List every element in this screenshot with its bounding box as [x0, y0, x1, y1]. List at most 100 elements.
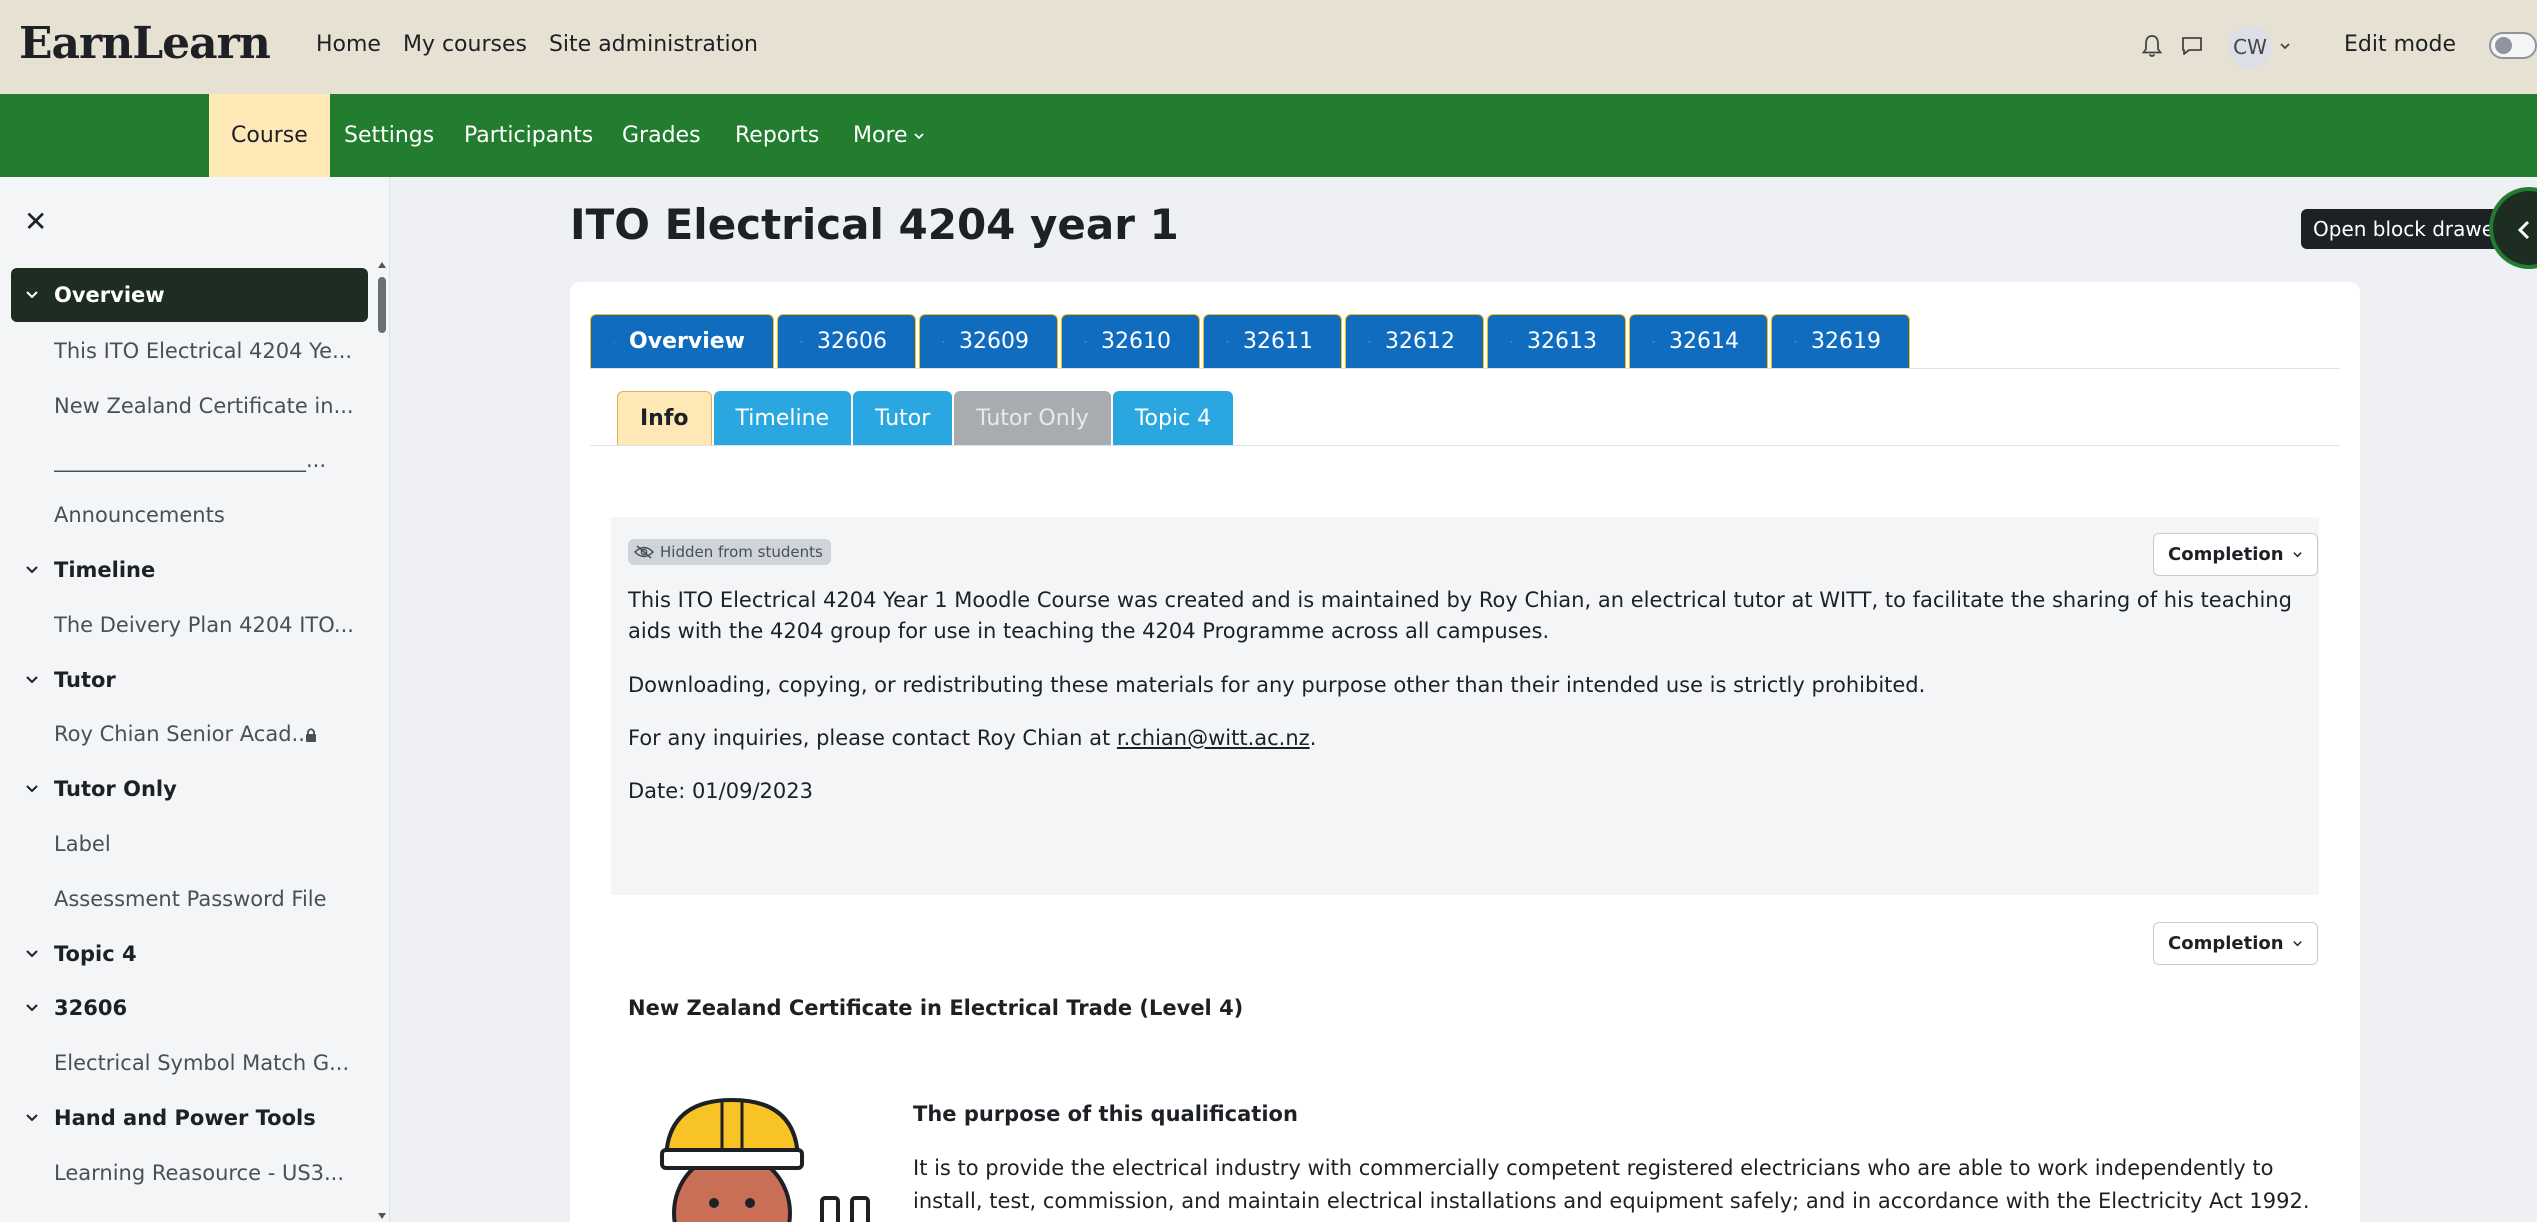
purpose-heading: The purpose of this qualification — [913, 1102, 1298, 1126]
edit-mode-toggle[interactable] — [2489, 32, 2537, 59]
course-index-section[interactable]: Timeline — [0, 545, 375, 595]
chevron-down-icon — [1652, 340, 1655, 343]
chevron-down-icon[interactable] — [25, 288, 39, 302]
chevron-down-icon[interactable] — [25, 782, 39, 796]
course-index-label: Roy Chian Senior Acad... — [54, 722, 312, 746]
chevron-down-icon — [2292, 552, 2302, 558]
tab-grades[interactable]: Grades — [600, 94, 723, 177]
section-tab[interactable]: 32614 — [1629, 314, 1768, 368]
user-controls: CW Edit mode — [2087, 0, 2537, 94]
section-tab-label: 32611 — [1243, 329, 1313, 354]
completion-dropdown[interactable]: Completion — [2153, 922, 2318, 965]
tab-reports[interactable]: Reports — [713, 94, 841, 177]
chevron-down-icon — [1510, 340, 1513, 343]
course-index-activity[interactable]: Label — [0, 819, 375, 869]
course-index-section[interactable]: 32606 — [0, 983, 375, 1033]
scroll-up-arrow[interactable] — [378, 262, 386, 268]
chevron-down-icon[interactable] — [25, 563, 39, 577]
notification-bell-icon[interactable] — [2140, 33, 2164, 59]
page-title: ITO Electrical 4204 year 1 — [570, 200, 1179, 249]
sub-tab[interactable]: Tutor Only — [954, 391, 1111, 445]
sub-tab[interactable]: Tutor — [853, 391, 953, 445]
completion-label: Completion — [2168, 544, 2284, 565]
course-index-activity[interactable]: ________________________... — [0, 435, 375, 485]
course-index-section[interactable]: Topic 4 — [0, 929, 375, 979]
course-index-section[interactable]: Tutor Only — [0, 764, 375, 814]
sub-tab[interactable]: Timeline — [713, 391, 852, 445]
course-index-label: Hand and Power Tools — [54, 1106, 316, 1130]
tab-settings[interactable]: Settings — [322, 94, 456, 177]
course-index-label: Announcements — [54, 503, 225, 527]
site-logo[interactable]: EarnLearn — [19, 18, 271, 69]
chevron-down-icon — [1084, 340, 1087, 343]
course-index-section[interactable]: Overview — [11, 268, 368, 322]
chevron-down-icon — [613, 341, 615, 342]
section-tabs: Overview 32606 32609 32610 32611 32612 32613 32… — [590, 314, 1913, 368]
course-index-label: The Deivery Plan 4204 ITO... — [54, 613, 354, 637]
course-index-activity[interactable]: Roy Chian Senior Acad... — [0, 709, 375, 759]
course-index-section[interactable]: Tutor — [0, 655, 375, 705]
course-index-activity[interactable]: Learning Reasource - US3... — [0, 1148, 375, 1198]
lock-icon — [306, 728, 316, 742]
section-tab[interactable]: 32613 — [1487, 314, 1626, 368]
close-drawer-icon[interactable]: ✕ — [24, 205, 47, 238]
user-avatar[interactable]: CW — [2228, 25, 2272, 69]
contact-paragraph: For any inquiries, please contact Roy Ch… — [628, 723, 2308, 754]
course-index-activity[interactable]: The Deivery Plan 4204 ITO... — [0, 600, 375, 650]
qualification-title: New Zealand Certificate in Electrical Tr… — [628, 996, 1244, 1020]
course-index-activity[interactable]: Announcements — [0, 490, 375, 540]
course-index-activity[interactable]: Electrical Symbol Match G... — [0, 1038, 375, 1088]
messages-icon[interactable] — [2180, 34, 2204, 58]
section-tab-label: 32619 — [1811, 329, 1881, 354]
chevron-down-icon[interactable] — [2279, 40, 2291, 52]
scroll-down-arrow[interactable] — [378, 1213, 386, 1219]
section-tab[interactable]: 32609 — [919, 314, 1058, 368]
course-index-label: Electrical Symbol Match G... — [54, 1051, 350, 1075]
open-block-drawer-button[interactable] — [2489, 187, 2537, 269]
course-index-label: Timeline — [54, 558, 156, 582]
contact-text: For any inquiries, please contact Roy Ch… — [628, 726, 1117, 750]
chevron-down-icon[interactable] — [25, 1111, 39, 1125]
primary-nav: Home My courses Site administration — [316, 32, 780, 57]
section-tab[interactable]: Overview — [590, 314, 774, 368]
section-tab[interactable]: 32612 — [1345, 314, 1484, 368]
nav-home[interactable]: Home — [316, 32, 381, 57]
nav-my-courses[interactable]: My courses — [403, 32, 527, 57]
section-tab-label: 32609 — [959, 329, 1029, 354]
chevron-down-icon — [2292, 941, 2302, 947]
chevron-down-icon[interactable] — [25, 673, 39, 687]
tab-course[interactable]: Course — [209, 94, 330, 177]
sub-tabs: Info Timeline Tutor Tutor Only Topic 4 — [617, 391, 1235, 445]
drawer-scrollbar[interactable] — [378, 277, 386, 333]
toggle-knob — [2495, 37, 2512, 54]
tab-participants[interactable]: Participants — [442, 94, 615, 177]
course-index-drawer: ✕ Overview This ITO Electrical 4204 Ye...… — [0, 177, 390, 1222]
section-tab[interactable]: 32610 — [1061, 314, 1200, 368]
course-index-activity[interactable]: Assessment Password File — [0, 874, 375, 924]
info-label-block: Hidden from students Completion This ITO… — [611, 517, 2319, 895]
completion-dropdown[interactable]: Completion — [2153, 533, 2318, 576]
section-tab-label: 32606 — [817, 329, 887, 354]
course-index-label: Learning Reasource - US3... — [54, 1161, 345, 1185]
course-index-activity[interactable]: This ITO Electrical 4204 Ye... — [0, 326, 375, 376]
divider — [590, 445, 2340, 446]
course-content-card: Overview 32606 32609 32610 32611 32612 32613 32… — [570, 282, 2360, 1222]
section-tab[interactable]: 32619 — [1771, 314, 1910, 368]
section-tab[interactable]: 32611 — [1203, 314, 1342, 368]
course-index-label: This ITO Electrical 4204 Ye... — [54, 339, 353, 363]
nav-site-administration[interactable]: Site administration — [549, 32, 758, 57]
tab-more[interactable]: More — [831, 94, 947, 177]
course-index-activity[interactable]: New Zealand Certificate in... — [0, 381, 375, 431]
chevron-down-icon[interactable] — [25, 947, 39, 961]
course-index-label: Tutor — [54, 668, 116, 692]
course-index-section[interactable]: Hand and Power Tools — [0, 1093, 375, 1143]
email-link[interactable]: r.chian@witt.ac.nz — [1117, 726, 1310, 750]
course-index-label: Tutor Only — [54, 777, 177, 801]
sub-tab[interactable]: Topic 4 — [1112, 391, 1234, 445]
info-paragraph: Downloading, copying, or redistributing … — [628, 673, 1926, 697]
chevron-down-icon[interactable] — [25, 1001, 39, 1015]
section-tab[interactable]: 32606 — [777, 314, 916, 368]
chevron-down-icon — [1368, 340, 1371, 343]
sub-tab[interactable]: Info — [617, 391, 712, 445]
chevron-down-icon — [942, 340, 945, 343]
